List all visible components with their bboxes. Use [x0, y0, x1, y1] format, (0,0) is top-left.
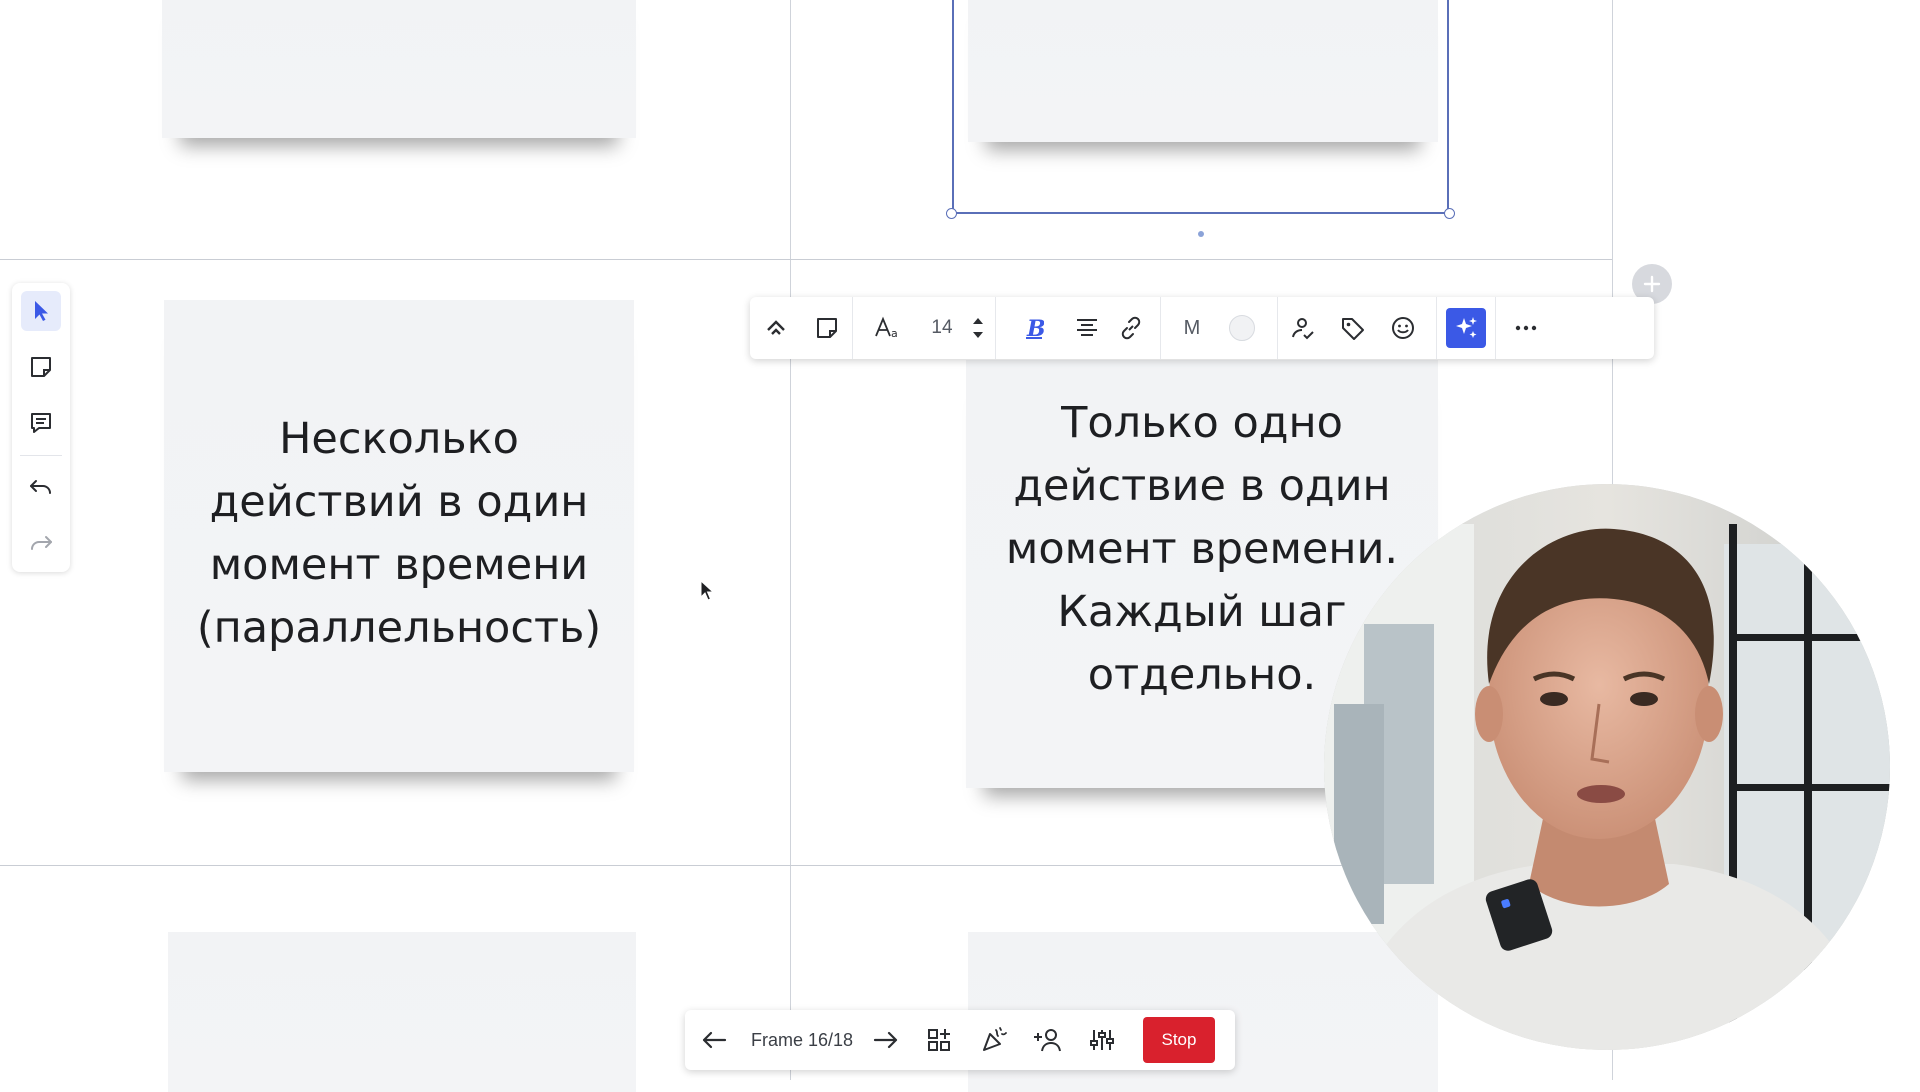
frame-divider-vertical [790, 0, 791, 1080]
presentation-bar: Frame 16/18 Stop [685, 1010, 1235, 1070]
sliders-icon [1090, 1030, 1114, 1050]
undo-icon [30, 480, 51, 494]
reactions-button[interactable] [967, 1010, 1021, 1070]
celebration-icon [983, 1027, 1007, 1051]
align-center-icon [1077, 319, 1097, 336]
stop-presentation-button[interactable]: Stop [1143, 1017, 1215, 1063]
arrow-left-icon [702, 1031, 727, 1049]
redo-icon [31, 536, 52, 550]
resize-handle[interactable] [946, 208, 957, 219]
previous-frame-button[interactable] [685, 1010, 743, 1070]
presentation-settings-button[interactable] [1075, 1010, 1129, 1070]
emoji-button[interactable] [1378, 297, 1428, 359]
text-style-icon: a [875, 316, 898, 340]
bold-icon: B [1026, 316, 1044, 340]
redo-button[interactable] [12, 516, 70, 572]
undo-button[interactable] [12, 460, 70, 516]
context-toolbar: a 14 B M [750, 297, 1654, 359]
tool-rail [12, 283, 70, 572]
comment-icon [31, 413, 51, 433]
color-swatch [1229, 315, 1255, 341]
sticky-note-parallel[interactable]: Несколько действий в один момент времени… [164, 300, 634, 772]
color-picker-button[interactable] [1223, 297, 1261, 359]
convert-icon [767, 320, 785, 335]
frame-counter-label: Frame 16/18 [750, 1029, 854, 1050]
select-tool-button[interactable] [12, 283, 70, 339]
link-icon [1121, 316, 1141, 340]
sticky-note-icon [31, 357, 51, 377]
sticky-note-icon [817, 318, 837, 338]
tag-button[interactable] [1328, 297, 1378, 359]
add-person-icon [1034, 1029, 1061, 1052]
more-options-button[interactable] [1496, 297, 1556, 359]
sticky-note-text: Несколько действий в один момент времени… [196, 414, 602, 653]
text-style-button[interactable]: a [853, 297, 923, 359]
frame-divider-horizontal-top [0, 259, 1612, 260]
webcam-overlay [1324, 484, 1890, 1050]
ai-assist-button[interactable] [1437, 297, 1495, 359]
stepper-icon [973, 318, 983, 338]
assign-button[interactable] [1278, 297, 1328, 359]
rail-divider [20, 455, 62, 456]
selection-box [952, 0, 1449, 214]
resize-handle[interactable] [1444, 208, 1455, 219]
svg-text:B: B [1026, 316, 1044, 340]
frames-grid-icon [928, 1029, 950, 1051]
align-button[interactable] [1072, 297, 1102, 359]
font-size-value[interactable]: 14 [923, 297, 961, 359]
font-letter-label: M [1183, 316, 1201, 339]
font-size-label: 14 [931, 317, 953, 338]
tag-icon [1342, 318, 1364, 340]
ai-sparkle-icon [1456, 317, 1477, 338]
bold-button[interactable]: B [996, 297, 1072, 359]
svg-text:a: a [891, 327, 898, 340]
frames-overview-button[interactable] [911, 1010, 967, 1070]
cursor-icon [35, 301, 48, 321]
convert-button[interactable] [750, 297, 802, 359]
assign-user-icon [1292, 318, 1314, 340]
webcam-video [1324, 484, 1890, 1050]
font-letter-button[interactable]: M [1161, 297, 1223, 359]
comment-tool-button[interactable] [12, 395, 70, 451]
sticky-note-top-left[interactable] [162, 0, 636, 138]
more-icon [1515, 325, 1537, 331]
emoji-icon [1392, 317, 1414, 339]
sticky-note-bottom-left[interactable] [168, 932, 636, 1092]
sticky-shape-button[interactable] [802, 297, 852, 359]
sticky-note-tool-button[interactable] [12, 339, 70, 395]
connection-dot[interactable] [1198, 231, 1204, 237]
arrow-right-icon [873, 1031, 898, 1049]
next-frame-button[interactable] [861, 1010, 911, 1070]
bring-participants-button[interactable] [1021, 1010, 1075, 1070]
plus-icon [1643, 275, 1661, 293]
stop-presentation-wrap: Stop [1129, 1010, 1229, 1070]
font-size-stepper[interactable] [961, 297, 995, 359]
link-button[interactable] [1102, 297, 1160, 359]
frame-indicator: Frame 16/18 [743, 1010, 861, 1070]
mouse-pointer-icon [700, 580, 714, 601]
